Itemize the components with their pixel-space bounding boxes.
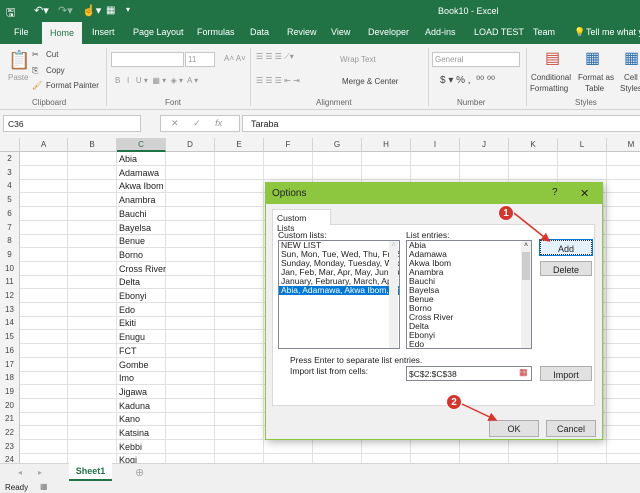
annotation-badge-2: 2	[446, 394, 462, 410]
tab-custom-lists[interactable]: Custom Lists	[272, 209, 331, 233]
annotation-arrows	[461, 212, 551, 421]
annotation-badge-1: 1	[498, 205, 514, 221]
